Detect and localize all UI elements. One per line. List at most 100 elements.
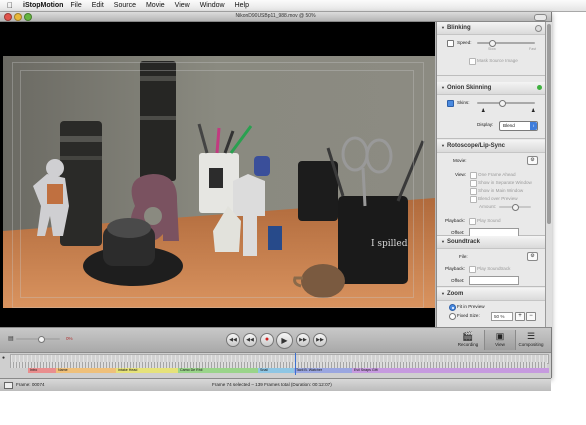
marker-intake-head[interactable]: Intake Head — [116, 368, 180, 373]
play-icon: ▶ — [281, 336, 288, 345]
zoom-section: ▼ Zoom Fit in Preview Fixed Size: 50 % + … — [437, 288, 546, 327]
layers-icon: ☰ — [526, 331, 536, 341]
volume-slider-knob[interactable] — [38, 336, 45, 343]
step-forward-button[interactable]: ▶▶ — [296, 333, 310, 347]
apple-icon[interactable]:  — [5, 1, 15, 10]
compositing-tool-label: Compositing — [518, 342, 544, 347]
app-menu[interactable]: iStopMotion — [23, 2, 63, 9]
soundtrack-header[interactable]: ▼ Soundtrack — [437, 236, 546, 249]
menu-file[interactable]: File — [70, 2, 81, 9]
blend-preview-checkbox[interactable] — [470, 196, 477, 203]
blinking-enable-checkbox[interactable] — [447, 40, 454, 47]
menu-source[interactable]: Source — [114, 2, 136, 9]
rotoscope-header[interactable]: ▼ Rotoscope/Lip-Sync — [437, 140, 546, 153]
play-soundtrack-label: Play Soundtrack — [477, 266, 511, 271]
marker-evil-snaps-gift[interactable]: Evil Snaps Gift — [352, 368, 549, 373]
play-button[interactable]: ▶ — [276, 332, 293, 349]
preview-viewer[interactable]: I spilled — [0, 22, 435, 327]
zoom-out-button[interactable]: − — [526, 312, 536, 321]
title-bar[interactable]: NikonD90USBp11_988.mov @ 50% — [0, 12, 551, 22]
toolbar-toggle-button[interactable] — [534, 14, 547, 21]
zoom-in-button[interactable]: + — [515, 312, 525, 321]
fixed-size-radio[interactable] — [449, 313, 456, 320]
skins-slider[interactable] — [477, 102, 535, 104]
inspector-scroll-thumb[interactable] — [547, 24, 551, 224]
soundtrack-playback-label: Playback: — [445, 266, 465, 271]
main-window-checkbox[interactable] — [470, 188, 477, 195]
fast-label: Fast — [529, 47, 536, 51]
menu-movie[interactable]: Movie — [146, 2, 165, 9]
window-title: NikonD90USBp11_988.mov @ 50% — [235, 13, 316, 19]
fit-in-preview-radio[interactable] — [449, 304, 456, 311]
mask-source-checkbox[interactable] — [469, 58, 476, 65]
playback-label: Playback: — [445, 218, 465, 223]
amount-slider-knob[interactable] — [512, 204, 519, 211]
marker-snail[interactable]: Snail — [258, 368, 296, 373]
play-sound-checkbox[interactable] — [469, 218, 476, 225]
fixed-size-label: Fixed Size: — [457, 313, 480, 318]
movie-label: Movie: — [453, 158, 467, 163]
go-to-start-button[interactable]: ◀◀ — [226, 333, 240, 347]
blend-preview-label: Blend over Preview — [478, 196, 518, 201]
skins-label: Skins: — [457, 100, 470, 105]
onion-enable-checkbox[interactable] — [447, 100, 454, 107]
mask-source-label: Mask Source Image — [477, 58, 518, 63]
rotoscope-section: ▼ Rotoscope/Lip-Sync Movie: ⚙ View: One F… — [437, 140, 546, 237]
speaker-icon: ▤ — [8, 336, 14, 342]
soundtrack-section: ▼ Soundtrack File: ⚙ Playback: Play Sound… — [437, 236, 546, 287]
menu-window[interactable]: Window — [200, 2, 225, 9]
onion-skinning-header[interactable]: ▼ Onion Skinning — [437, 82, 546, 95]
offset-label: Offset: — [451, 230, 465, 235]
fixed-size-field[interactable]: 50 % — [491, 312, 513, 321]
record-icon: ● — [264, 336, 270, 343]
recording-tool-button[interactable]: 🎬 Recording — [453, 330, 483, 350]
speed-label: Speed: — [457, 40, 472, 45]
gear-icon: ⚙ — [530, 157, 535, 163]
fit-in-preview-label: Fit in Preview — [457, 304, 485, 309]
blinking-header[interactable]: ▼ Blinking — [437, 22, 546, 35]
separate-window-checkbox[interactable] — [470, 180, 477, 187]
marker-name[interactable]: Name — [56, 368, 118, 373]
inspector-scrollbar[interactable] — [545, 22, 552, 327]
file-gear-button[interactable]: ⚙ — [527, 252, 538, 261]
speed-slider-knob[interactable] — [489, 40, 496, 47]
zoom-header[interactable]: ▼ Zoom — [437, 288, 546, 301]
rewind-icon: ◀◀ — [229, 337, 237, 343]
timeline[interactable]: ● Intro Name Intake Head Camo De Rhil Sn… — [0, 352, 551, 379]
play-soundtrack-checkbox[interactable] — [469, 266, 476, 273]
view-tool-button[interactable]: ▣ View — [484, 330, 516, 350]
preview-frame-image: I spilled — [3, 56, 435, 308]
soundtrack-offset-field[interactable] — [469, 276, 519, 285]
timeline-menu-icon[interactable]: ● — [2, 355, 5, 361]
svg-text:I spilled: I spilled — [371, 239, 408, 249]
marker-tacti-watcher[interactable]: Tacti B. Watcher — [294, 368, 354, 373]
step-forward-icon: ▶▶ — [299, 337, 307, 343]
display-select-value: Blend — [503, 123, 515, 128]
onion-skinning-section: ▼ Onion Skinning Skins: ♟ ♟ Display: Blen… — [437, 82, 546, 139]
main-window-label: Show in Main Window — [478, 188, 524, 193]
record-button[interactable]: ● — [260, 333, 274, 347]
menu-help[interactable]: Help — [235, 2, 249, 9]
one-frame-ahead-checkbox[interactable] — [470, 172, 477, 179]
main-window: NikonD90USBp11_988.mov @ 50% I spilled ▼… — [0, 12, 552, 391]
marker-intro[interactable]: Intro — [28, 368, 58, 373]
compositing-tool-button[interactable]: ☰ Compositing — [516, 330, 546, 350]
menu-edit[interactable]: Edit — [92, 2, 104, 9]
playhead[interactable] — [294, 353, 296, 375]
slow-label: Slow — [488, 47, 496, 51]
skins-slider-knob[interactable] — [499, 100, 506, 107]
blinking-section: ▼ Blinking Speed: Slow Fast Mask Source I… — [437, 22, 546, 76]
step-back-button[interactable]: ◀◀ — [243, 333, 257, 347]
marker-track[interactable]: Intro Name Intake Head Camo De Rhil Snai… — [10, 368, 549, 373]
speed-slider[interactable] — [477, 42, 535, 44]
recording-tool-label: Recording — [457, 342, 479, 347]
status-bar: Frame: 00074 Frame 74 selected – 139 Fra… — [0, 378, 551, 391]
marker-camo-de-rhil[interactable]: Camo De Rhil — [178, 368, 260, 373]
menu-view[interactable]: View — [175, 2, 190, 9]
transport-bar: ▤ 0% ◀◀ ◀◀ ● ▶ ▶▶ ▶▶ 🎬 Recording ▣ View … — [0, 327, 551, 352]
go-to-end-button[interactable]: ▶▶ — [313, 333, 327, 347]
people-icon: ♟ — [531, 108, 536, 114]
separate-window-label: Show in Separate Window — [478, 180, 532, 185]
movie-gear-button[interactable]: ⚙ — [527, 156, 538, 165]
display-select[interactable]: Blend ↕ — [499, 121, 538, 131]
